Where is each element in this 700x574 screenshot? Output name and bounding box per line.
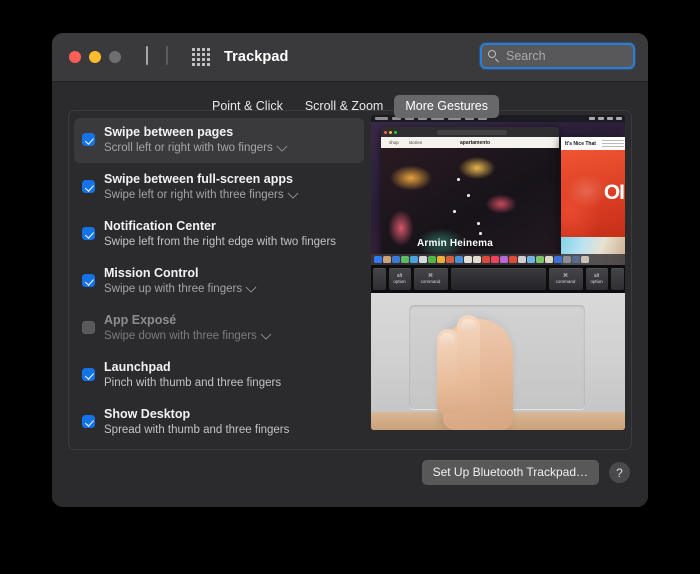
gesture-preview: shop stories apartamento Armin Heinema I…: [371, 115, 625, 430]
gesture-subtitle: Swipe left or right with three fingers: [104, 189, 284, 201]
gesture-title: Show Desktop: [104, 407, 191, 421]
preview-secondary-header: It's Nice That: [561, 137, 625, 150]
help-button[interactable]: ?: [609, 462, 630, 483]
checkbox-show-desktop[interactable]: [82, 415, 95, 428]
gesture-subtitle: Spread with thumb and three fingers: [104, 424, 290, 436]
gestures-panel: Swipe between pages Scroll left or right…: [68, 110, 632, 450]
preview-site-brand: apartamento: [460, 139, 491, 146]
preview-trackpad-photo: [371, 293, 625, 430]
preview-dock: [371, 254, 625, 265]
navigation-buttons: [146, 46, 168, 66]
tab-more-gestures[interactable]: More Gestures: [394, 95, 500, 118]
checkbox-mission-control[interactable]: [82, 274, 95, 287]
preview-nav-stories: stories: [408, 140, 423, 145]
window-body: Point & Click Scroll & Zoom More Gesture…: [52, 82, 648, 507]
tab-scroll-and-zoom[interactable]: Scroll & Zoom: [294, 95, 395, 118]
page-title: Trackpad: [224, 49, 289, 65]
gesture-subtitle: Swipe up with three fingers: [104, 283, 243, 295]
preview-key-command-left: ⌘ command: [413, 268, 448, 290]
window-titlebar: Trackpad Search: [52, 33, 648, 82]
gesture-row-notification-center[interactable]: Notification Center Swipe left from the …: [74, 212, 364, 257]
traffic-light-group: [69, 51, 121, 63]
back-button[interactable]: [146, 46, 148, 66]
screenshot-stage: Trackpad Search Point & Click Scroll & Z…: [0, 0, 700, 574]
gesture-row-show-desktop[interactable]: Show Desktop Spread with thumb and three…: [74, 400, 364, 445]
tab-bar: Point & Click Scroll & Zoom More Gesture…: [52, 95, 648, 118]
gesture-title: Swipe between full-screen apps: [104, 172, 293, 186]
gesture-row-swipe-between-full-screen-apps[interactable]: Swipe between full-screen apps Swipe lef…: [74, 165, 364, 210]
gesture-row-launchpad[interactable]: Launchpad Pinch with thumb and three fin…: [74, 353, 364, 398]
gesture-title: Notification Center: [104, 219, 216, 233]
preview-key-spacebar: [450, 268, 546, 290]
gesture-subtitle: Swipe down with three fingers: [104, 330, 257, 342]
chevron-right-icon: [166, 46, 168, 65]
checkbox-swipe-between-pages[interactable]: [82, 133, 95, 146]
preview-nav-shop: shop: [389, 140, 399, 145]
search-icon: [488, 50, 500, 62]
tab-point-and-click[interactable]: Point & Click: [201, 95, 294, 118]
zoom-button[interactable]: [109, 51, 121, 63]
preview-fingernail-one: [440, 333, 455, 346]
checkbox-notification-center[interactable]: [82, 227, 95, 240]
close-button[interactable]: [69, 51, 81, 63]
preview-photo-caption: Armin Heinema: [417, 238, 493, 249]
gesture-row-app-expose[interactable]: App Exposé Swipe down with three fingers: [74, 306, 364, 351]
checkbox-app-expose[interactable]: [82, 321, 95, 334]
gesture-subtitle: Pinch with thumb and three fingers: [104, 377, 282, 389]
footer-bar: Set Up Bluetooth Trackpad… ?: [421, 460, 630, 485]
forward-button[interactable]: [166, 46, 168, 66]
preview-key-edge-right: [610, 268, 624, 290]
preview-key-edge-left: [372, 268, 386, 290]
gesture-subtitle: Swipe left from the right edge with two …: [104, 236, 337, 248]
chevron-down-icon[interactable]: [276, 140, 288, 152]
preview-keyboard: alt option ⌘ command ⌘ command alt optio…: [371, 265, 625, 293]
preview-desktop-screen: shop stories apartamento Armin Heinema I…: [371, 115, 625, 265]
gesture-title: Swipe between pages: [104, 125, 234, 139]
gesture-title: Launchpad: [104, 360, 171, 374]
preview-key-command-right: ⌘ command: [548, 268, 583, 290]
preview-browser-titlebar: [381, 127, 559, 137]
preview-secondary-logo: It's Nice That: [565, 140, 596, 147]
set-up-bluetooth-trackpad-button[interactable]: Set Up Bluetooth Trackpad…: [421, 460, 599, 485]
chevron-down-icon[interactable]: [245, 281, 257, 293]
preview-key-option-left: alt option: [388, 268, 411, 290]
chevron-down-icon[interactable]: [286, 187, 299, 199]
gesture-title: App Exposé: [104, 313, 177, 327]
preview-url-bar: [437, 129, 507, 135]
gesture-title: Mission Control: [104, 266, 199, 280]
checkbox-launchpad[interactable]: [82, 368, 95, 381]
gesture-subtitle: Scroll left or right with two fingers: [104, 142, 273, 154]
preview-secondary-big-text: OI: [603, 181, 625, 204]
gesture-row-swipe-between-pages[interactable]: Swipe between pages Scroll left or right…: [74, 118, 364, 163]
preview-browser-window-secondary: It's Nice That OI: [561, 137, 625, 265]
gesture-list: Swipe between pages Scroll left or right…: [74, 118, 364, 447]
preview-browser-window-primary: shop stories apartamento Armin Heinema: [381, 127, 559, 265]
preview-fingernail-two: [461, 319, 476, 332]
chevron-down-icon[interactable]: [260, 328, 272, 340]
trackpad-preferences-window: Trackpad Search Point & Click Scroll & Z…: [52, 33, 648, 507]
checkbox-swipe-between-full-screen-apps[interactable]: [82, 180, 95, 193]
show-all-grid-icon[interactable]: [192, 48, 210, 66]
chevron-left-icon: [146, 46, 148, 65]
preview-key-option-right: alt option: [585, 268, 608, 290]
gesture-row-mission-control[interactable]: Mission Control Swipe up with three fing…: [74, 259, 364, 304]
search-field[interactable]: Search: [480, 43, 635, 69]
preview-site-nav: shop stories apartamento: [381, 137, 559, 148]
minimize-button[interactable]: [89, 51, 101, 63]
search-placeholder: Search: [506, 49, 546, 63]
